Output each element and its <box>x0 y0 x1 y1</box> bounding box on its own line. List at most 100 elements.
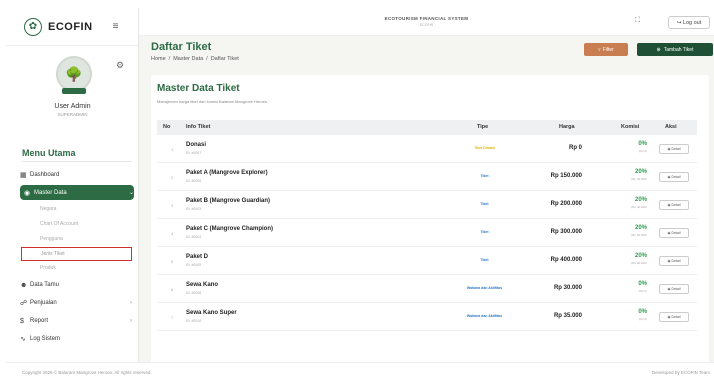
row-tipe-badge: Tiket <box>480 202 489 206</box>
chevron-down-icon: ⌄ <box>128 190 134 196</box>
row-id: ID: #0010 <box>186 319 202 323</box>
system-subtitle: ECOFIN <box>419 23 434 27</box>
plus-circle-icon: ⊕ <box>656 46 661 53</box>
row-tipe-badge: Tiket <box>480 230 489 234</box>
detail-label: Detail <box>671 259 681 263</box>
gear-icon[interactable]: ⚙ <box>116 60 124 71</box>
row-no: 3 <box>171 203 174 208</box>
header-harga: Harga <box>559 124 575 130</box>
detail-button[interactable]: ◉ Detail <box>659 256 689 266</box>
user-name: User Admin <box>54 103 91 110</box>
footer-credit: Developed by ECOFIN Team <box>652 370 710 375</box>
eye-icon: ◉ <box>667 203 671 207</box>
row-tipe-badge: Wahana dan Aktifitas <box>466 286 503 290</box>
komisi-amount: (Rp 80.000) <box>631 261 647 265</box>
row-no: 5 <box>171 259 174 264</box>
row-harga: Rp 300.000 <box>550 229 582 235</box>
row-harga: Rp 35.000 <box>553 313 582 319</box>
hamburger-icon[interactable]: ≡ <box>113 21 119 32</box>
sidebar-item-label: Data Tamu <box>30 282 59 288</box>
detail-button[interactable]: ◉ Detail <box>659 284 689 294</box>
system-title: ECOTOURISM FINANCIAL SYSTEM <box>384 16 469 21</box>
detail-button[interactable]: ◉ Detail <box>659 144 689 154</box>
row-komisi: 20% (Rp 40.000) <box>631 197 647 209</box>
row-harga: Rp 30.000 <box>553 285 582 291</box>
sidebar-item-data-tamu[interactable]: ☻ Data Tamu <box>20 278 132 292</box>
row-id: ID: #0006 <box>186 179 202 183</box>
breadcrumb-master-data[interactable]: Master Data <box>173 56 203 62</box>
add-ticket-button[interactable]: ⊕ Tambah Tiket <box>637 43 713 56</box>
cart-icon: ☍ <box>20 300 28 307</box>
sidebar-item-label: Log Sistem <box>30 336 61 342</box>
breadcrumb: Home / Master Data / Daftar Tiket <box>151 56 239 62</box>
row-tipe-badge: Tiket Donasi <box>474 146 495 150</box>
card-subtitle: Manajemen harga tiket dan komisi Balaram… <box>157 99 268 104</box>
komisi-percent: 0% <box>638 141 647 147</box>
row-id: ID: #0008 <box>186 291 202 295</box>
sidebar-subitem-negara[interactable]: Negara <box>40 206 56 212</box>
logout-button[interactable]: ↪ Log out <box>668 16 710 29</box>
sidebar-item-dashboard[interactable]: ▦ Dashboard <box>20 168 132 182</box>
ticket-card: Master Data Tiket Manajemen harga tiket … <box>151 75 709 370</box>
detail-button[interactable]: ◉ Detail <box>659 312 689 322</box>
komisi-amount: (Rp 60.000) <box>631 233 647 237</box>
sidebar-subitem-chart-of-account[interactable]: Chart Of Account <box>40 221 78 227</box>
chevron-right-icon: › <box>130 300 132 306</box>
table-row: 5 Paket D ID: #0005 Tiket Rp 400.000 20%… <box>157 247 697 275</box>
dollar-icon: $ <box>20 317 24 325</box>
detail-label: Detail <box>671 147 681 151</box>
table-row: 4 Paket C (Mangrove Champion) ID: #0004 … <box>157 219 697 247</box>
row-name: Paket C (Mangrove Champion) <box>186 226 274 232</box>
database-icon: ◉ <box>24 189 31 197</box>
menu-divider <box>22 161 132 162</box>
row-tipe-badge: Tiket <box>480 174 489 178</box>
menu-title: Menu Utama <box>22 148 76 158</box>
header-tipe: Tipe <box>477 124 489 130</box>
breadcrumb-home[interactable]: Home <box>151 56 166 62</box>
eye-icon: ◉ <box>667 315 671 319</box>
sidebar-item-penjualan[interactable]: ☍ Penjualan › <box>20 296 132 310</box>
filter-button[interactable]: ▿ Filter <box>584 43 628 56</box>
sidebar-subitem-pengguna[interactable]: Pengguna <box>40 236 63 242</box>
eye-icon: ◉ <box>667 231 671 235</box>
row-harga: Rp 200.000 <box>550 201 582 207</box>
header-info: Info Tiket <box>186 124 211 130</box>
detail-button[interactable]: ◉ Detail <box>659 228 689 238</box>
sidebar: ✿ ECOFIN ≡ 🌳 ⚙ User Admin SUPERADMIN Men… <box>6 8 139 362</box>
sidebar-subitem-produk[interactable]: Produk <box>40 265 56 271</box>
sidebar-item-log-sistem[interactable]: ∿ Log Sistem <box>20 332 132 346</box>
sidebar-item-report[interactable]: $ Report › <box>20 314 132 328</box>
row-id: ID: #0003 <box>186 207 202 211</box>
table-header: No Info Tiket Tipe Harga Komisi Aksi <box>157 120 697 135</box>
row-id: ID: #0007 <box>186 151 202 155</box>
card-title: Master Data Tiket <box>157 83 240 94</box>
komisi-amount: (Rp 30.000) <box>631 177 647 181</box>
table-row: 2 Paket A (Mangrove Explorer) ID: #0006 … <box>157 163 697 191</box>
row-name: Sewa Kano Super <box>186 310 237 316</box>
header-aksi: Aksi <box>665 124 677 130</box>
table-row: 6 Sewa Kano ID: #0008 Wahana dan Aktifit… <box>157 275 697 303</box>
detail-label: Detail <box>671 175 681 179</box>
row-komisi: 0% (Rp 0) <box>638 141 647 153</box>
fullscreen-icon[interactable]: ⛶ <box>635 17 640 25</box>
row-name: Paket D <box>186 254 209 260</box>
sidebar-subitem-jenis-tiket[interactable]: Jenis Tiket <box>21 247 132 261</box>
footer-copyright: Copyright 2026 © Balaram Mangrove Heroes… <box>22 370 152 375</box>
row-tipe-badge: Wahana dan Aktifitas <box>466 314 503 318</box>
header-komisi: Komisi <box>621 124 640 130</box>
breadcrumb-separator: / <box>206 56 208 62</box>
detail-label: Detail <box>671 203 681 207</box>
row-name: Paket B (Mangrove Guardian) <box>186 198 271 204</box>
row-name: Sewa Kano <box>186 282 219 288</box>
sidebar-item-master-data[interactable]: ◉ Master Data ⌄ <box>20 185 134 200</box>
brand: ✿ ECOFIN ≡ <box>6 8 138 46</box>
komisi-amount: (Rp 0) <box>638 289 647 293</box>
detail-button[interactable]: ◉ Detail <box>659 200 689 210</box>
eye-icon: ◉ <box>667 287 671 291</box>
eye-icon: ◉ <box>667 147 671 151</box>
brand-name: ECOFIN <box>48 20 93 33</box>
komisi-percent: 20% <box>634 169 647 175</box>
detail-button[interactable]: ◉ Detail <box>659 172 689 182</box>
komisi-percent: 20% <box>634 197 647 203</box>
row-komisi: 20% (Rp 60.000) <box>631 225 647 237</box>
